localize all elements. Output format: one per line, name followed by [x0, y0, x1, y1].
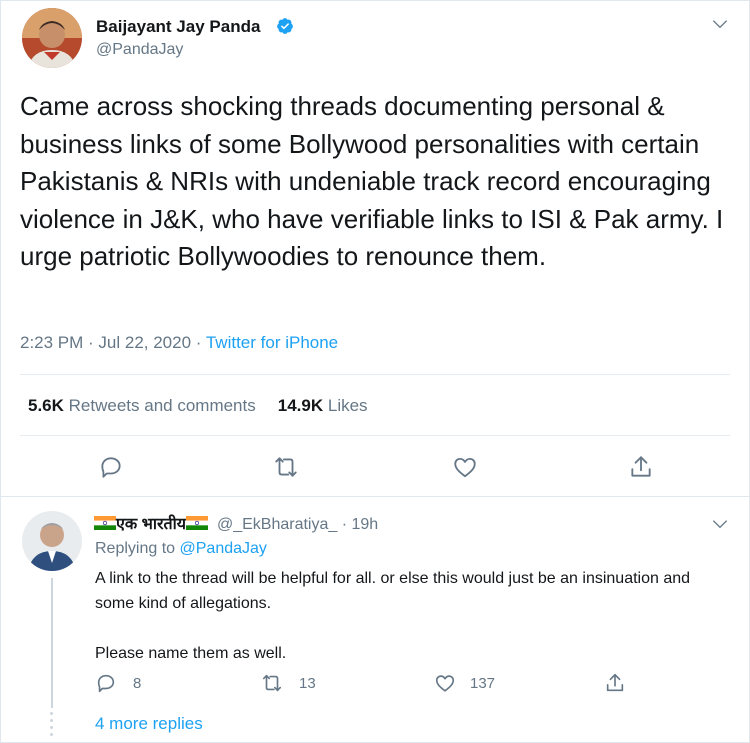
retweet-icon — [262, 674, 282, 692]
likes-stat[interactable]: 14.9K Likes — [278, 396, 368, 415]
thread-line — [51, 578, 53, 708]
likes-count: 14.9K — [277, 396, 324, 415]
tweet-time[interactable]: 2:23 PM · Jul 22, 2020 · — [20, 333, 206, 352]
retweets-stat[interactable]: 5.6K Retweets and comments — [28, 396, 256, 415]
reply-button[interactable] — [98, 454, 124, 480]
reply-icon — [97, 674, 115, 693]
reply-time[interactable]: · 19h — [337, 516, 378, 533]
tweet-stats: 5.6K Retweets and comments 14.9K Likes — [28, 396, 368, 416]
reply-paragraph: A link to the thread will be helpful for… — [95, 570, 691, 612]
tweet-timestamp: 2:23 PM · Jul 22, 2020 · Twitter for iPh… — [20, 333, 338, 353]
reply-like-count: 137 — [470, 674, 496, 692]
reply-paragraph: Please name them as well. — [95, 645, 287, 662]
replying-to-link[interactable]: @PandaJay — [180, 540, 267, 557]
reply-handle[interactable]: @_EkBharatiya_ — [217, 516, 337, 533]
author-handle[interactable]: @PandaJay — [96, 41, 183, 59]
likes-label: Likes — [327, 396, 368, 415]
author-avatar[interactable] — [22, 8, 82, 68]
like-icon — [435, 675, 455, 692]
reply-like-button[interactable]: 137 — [434, 671, 495, 695]
retweets-label: Retweets and comments — [68, 396, 256, 415]
share-button[interactable] — [628, 454, 654, 480]
share-icon — [606, 673, 624, 692]
india-flag-icon — [186, 516, 209, 530]
tweet-text: Came across shocking threads documenting… — [20, 91, 724, 271]
replying-prefix: Replying to — [95, 540, 180, 557]
share-icon — [631, 456, 651, 477]
retweets-count: 5.6K — [28, 396, 64, 415]
divider — [0, 496, 750, 497]
chevron-down-icon[interactable] — [710, 14, 730, 34]
reply-author: एक भारतीय @_EkBharatiya_ · 19h — [94, 512, 378, 534]
reply-avatar[interactable] — [22, 511, 82, 571]
verified-badge-icon — [277, 18, 293, 34]
divider — [20, 374, 730, 375]
divider — [20, 435, 730, 436]
reply-share-button[interactable] — [604, 671, 642, 695]
more-replies-link[interactable]: 4 more replies — [95, 714, 203, 734]
reply-retweet-count: 13 — [299, 674, 316, 692]
retweet-icon — [275, 457, 297, 477]
reply-reply-button[interactable]: 8 — [95, 671, 141, 695]
tweet-source-link[interactable]: Twitter for iPhone — [206, 333, 338, 352]
reply-retweet-button[interactable]: 13 — [261, 671, 316, 695]
like-button[interactable] — [452, 454, 478, 480]
india-flag-icon — [94, 516, 116, 530]
author-name[interactable]: Baijayant Jay Panda — [96, 17, 260, 37]
reply-reply-count: 8 — [133, 674, 142, 692]
reply-icon — [101, 457, 121, 478]
chevron-down-icon[interactable] — [710, 514, 730, 534]
replying-to: Replying to @PandaJay — [95, 540, 267, 558]
reply-text: A link to the thread will be helpful for… — [95, 566, 715, 666]
thread-dots — [50, 712, 54, 740]
retweet-button[interactable] — [273, 454, 299, 480]
reply-display-name[interactable]: एक भारतीय — [116, 516, 186, 533]
like-icon — [454, 457, 476, 478]
